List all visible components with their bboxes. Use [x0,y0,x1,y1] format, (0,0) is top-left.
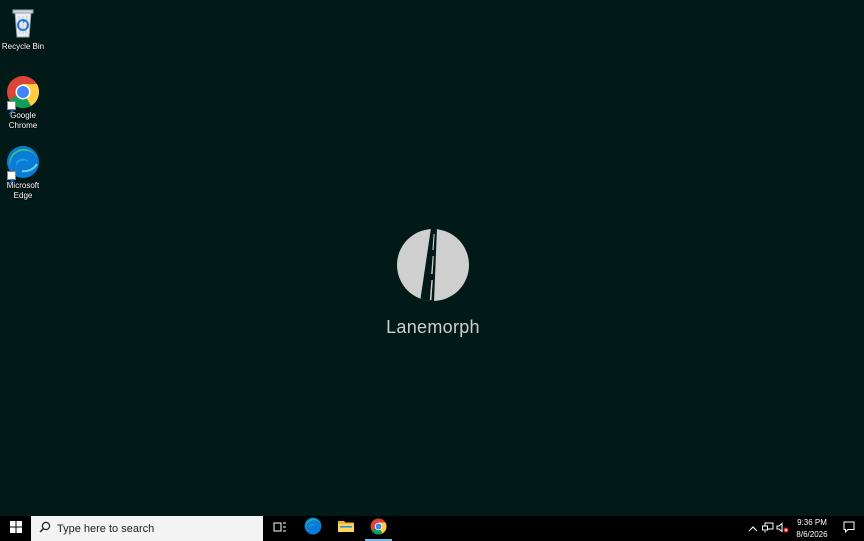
task-view-icon [273,520,287,538]
desktop-icon-label: Recycle Bin [1,42,45,51]
taskbar-file-explorer-button[interactable] [329,516,362,541]
network-button[interactable] [760,516,775,541]
windows-logo-icon [9,520,22,538]
desktop-icon-recycle-bin[interactable]: Recycle Bin [0,6,46,52]
search-box[interactable]: Type here to search [31,516,263,541]
taskbar: Type here to search 9:36 PM 8/6/2026 [0,516,864,541]
taskbar-chrome-button[interactable] [362,516,395,541]
desktop-icon-label: Microsoft Edge [6,181,40,200]
action-center-button[interactable] [834,516,864,541]
notification-icon [843,520,855,538]
desktop-icon-label: Google Chrome [8,111,38,130]
brand-name: Lanemorph [386,317,480,337]
search-icon [39,520,51,538]
clock[interactable]: 9:36 PM 8/6/2026 [790,517,834,541]
edge-icon [6,145,40,185]
volume-button[interactable] [775,516,790,541]
shortcut-arrow-icon [7,101,16,115]
clock-time: 9:36 PM [797,517,827,527]
system-tray: 9:36 PM 8/6/2026 [745,516,864,541]
road-logo [396,228,470,307]
desktop-icon-google-chrome[interactable]: Google Chrome [0,75,46,131]
recycle-bin-icon [6,6,40,40]
desktop-icon-microsoft-edge[interactable]: Microsoft Edge [0,145,46,201]
clock-date: 8/6/2026 [796,529,828,539]
show-hidden-icons-button[interactable] [745,516,760,541]
volume-muted-icon [776,520,789,538]
start-button[interactable] [0,516,31,541]
taskbar-edge-button[interactable] [296,516,329,541]
chevron-up-icon [748,520,758,538]
folder-icon [337,519,354,538]
edge-icon [304,517,322,540]
desktop: Recycle Bin Google Chrome Microsoft Edge… [0,0,864,516]
shortcut-arrow-icon [7,171,16,185]
chrome-icon [6,75,40,115]
brand-splash: Lanemorph [381,228,485,338]
chrome-icon [370,518,387,540]
task-view-button[interactable] [263,516,296,541]
network-icon [761,520,774,538]
search-placeholder: Type here to search [57,522,155,535]
